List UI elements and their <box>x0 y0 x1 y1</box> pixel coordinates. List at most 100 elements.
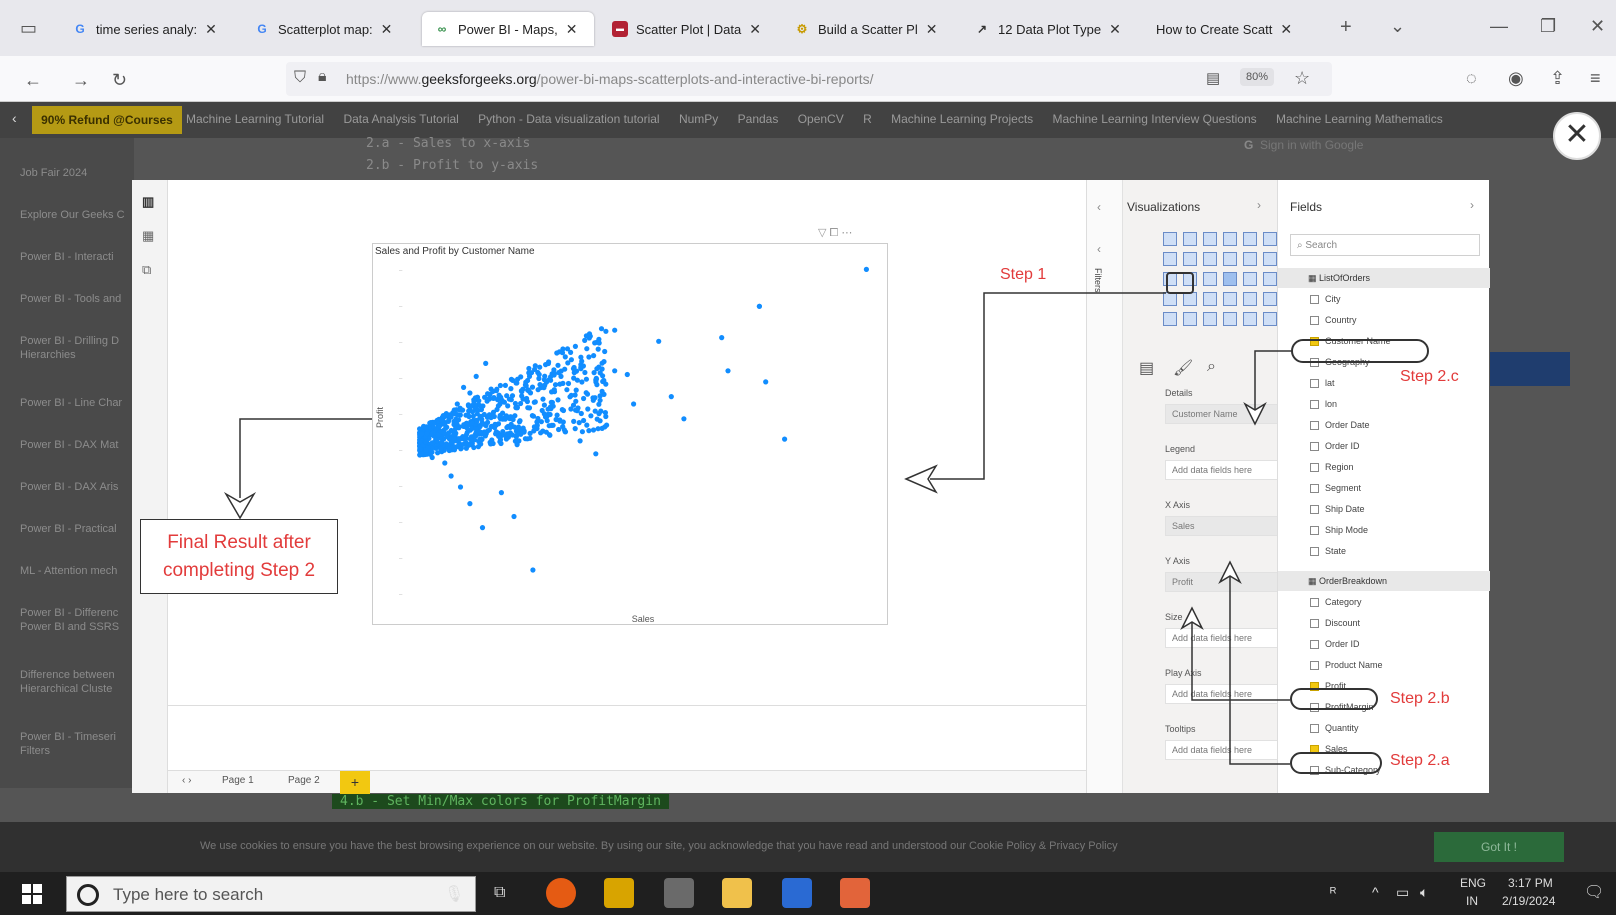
visual-type-icon[interactable] <box>1243 232 1257 246</box>
field-checkbox[interactable] <box>1310 442 1319 452</box>
scatter-point[interactable] <box>438 446 444 452</box>
scatter-point[interactable] <box>505 403 511 409</box>
scatter-point[interactable] <box>586 428 592 434</box>
browser-tab[interactable]: ▬ Scatter Plot | Data ✕ <box>612 12 774 46</box>
sidebar-item[interactable]: Power BI - Tools and <box>20 292 130 306</box>
scatter-point[interactable] <box>522 382 528 388</box>
scatter-point[interactable] <box>591 353 597 359</box>
scatter-point[interactable] <box>572 343 578 349</box>
chevron-right-icon[interactable]: › <box>1257 198 1261 212</box>
sidebar-item[interactable]: Power BI - DAX Aris <box>20 480 130 494</box>
visual-type-icon[interactable] <box>1163 232 1177 246</box>
scatter-point[interactable] <box>548 374 554 380</box>
scatter-point[interactable] <box>423 424 429 430</box>
scatter-point[interactable] <box>573 407 579 413</box>
scatter-point[interactable] <box>581 417 587 424</box>
scatter-point[interactable] <box>586 331 593 337</box>
visual-type-icon[interactable] <box>1163 252 1177 266</box>
scatter-point[interactable] <box>571 418 577 424</box>
nav-link[interactable]: Machine Learning Projects <box>891 112 1033 126</box>
visual-type-icon[interactable] <box>1183 292 1197 306</box>
scatter-point[interactable] <box>756 303 762 309</box>
field-checkbox[interactable] <box>1310 526 1319 536</box>
visual-type-icon[interactable] <box>1263 232 1277 246</box>
scatter-point[interactable] <box>593 451 599 457</box>
nav-link[interactable]: NumPy <box>679 112 718 126</box>
scatter-point[interactable] <box>510 416 516 423</box>
field-checkbox[interactable] <box>1310 421 1319 431</box>
scatter-point[interactable] <box>518 388 524 394</box>
scatter-point[interactable] <box>555 397 561 403</box>
scatter-point[interactable] <box>453 407 459 413</box>
scatter-point[interactable] <box>556 426 562 433</box>
scatter-point[interactable] <box>441 430 447 436</box>
field-checkbox[interactable] <box>1310 724 1319 734</box>
sidebar-item[interactable]: Explore Our Geeks C <box>20 208 130 222</box>
field-checkbox[interactable] <box>1310 640 1319 650</box>
scatter-point[interactable] <box>419 431 425 437</box>
field-checkbox[interactable] <box>1310 619 1319 629</box>
format-paint-roller-icon[interactable]: 🖌︎ <box>1173 358 1193 378</box>
field-item[interactable]: Quantity <box>1310 723 1359 734</box>
browser-tab[interactable]: ⚙ Build a Scatter Pl ✕ <box>794 12 952 46</box>
scatter-point[interactable] <box>582 369 588 376</box>
scatter-point[interactable] <box>582 337 588 343</box>
close-tab-icon[interactable]: ✕ <box>1109 21 1121 38</box>
scatter-point[interactable] <box>473 373 479 379</box>
field-checkbox[interactable] <box>1310 598 1319 608</box>
scatter-point[interactable] <box>584 346 590 352</box>
scatter-point[interactable] <box>583 376 589 382</box>
nav-link[interactable]: Machine Learning Mathematics <box>1276 112 1443 126</box>
scatter-point[interactable] <box>454 401 460 407</box>
visual-type-icon[interactable] <box>1203 292 1217 306</box>
table-header[interactable]: ▦ OrderBreakdown <box>1278 571 1490 591</box>
nav-link[interactable]: R <box>863 112 872 126</box>
page-nav-icon[interactable]: ‹ › <box>182 775 191 786</box>
field-item[interactable]: Ship Mode <box>1310 525 1368 536</box>
reload-icon[interactable]: ↻ <box>112 70 127 91</box>
model-view-icon[interactable]: ⧉ <box>142 262 158 277</box>
scatter-point[interactable] <box>464 425 470 431</box>
sidebar-item[interactable]: Power BI - Timeseri Filters <box>20 730 130 758</box>
visual-type-icon[interactable] <box>1263 312 1277 326</box>
scatter-point[interactable] <box>540 383 546 389</box>
scatter-point[interactable] <box>451 431 457 437</box>
scatter-point[interactable] <box>424 431 430 437</box>
scatter-point[interactable] <box>596 411 602 417</box>
scatter-point[interactable] <box>571 375 577 381</box>
sidebar-item[interactable]: Difference between Hierarchical Cluste <box>20 668 130 696</box>
scatter-point[interactable] <box>591 370 597 376</box>
field-checkbox[interactable] <box>1310 316 1319 326</box>
scatter-point[interactable] <box>624 371 630 378</box>
visual-type-icon[interactable] <box>1183 232 1197 246</box>
scatter-point[interactable] <box>483 423 489 429</box>
browser-tab[interactable]: How to Create Scatt ✕ <box>1156 12 1316 46</box>
nav-link[interactable]: Pandas <box>738 112 779 126</box>
scatter-point[interactable] <box>476 429 482 435</box>
scatter-point[interactable] <box>448 439 454 445</box>
close-tab-icon[interactable]: ✕ <box>566 21 578 38</box>
scatter-point[interactable] <box>526 405 533 411</box>
scatter-point[interactable] <box>484 398 490 404</box>
scatter-point[interactable] <box>527 435 533 441</box>
scatter-point[interactable] <box>560 407 567 414</box>
scatter-point[interactable] <box>562 354 568 360</box>
scatter-point[interactable] <box>551 389 558 395</box>
page-tab-active[interactable]: Page 2 <box>288 775 320 786</box>
field-checkbox[interactable] <box>1310 400 1319 410</box>
scatter-point[interactable] <box>585 406 591 412</box>
scatter-point[interactable] <box>565 360 571 366</box>
taskbar-app-icon[interactable] <box>664 878 694 908</box>
scatter-point[interactable] <box>596 340 602 346</box>
field-item[interactable]: Ship Date <box>1310 504 1365 515</box>
filters-pane-collapsed[interactable]: ‹ ‹ Filters <box>1087 180 1123 793</box>
scatter-point[interactable] <box>497 439 503 445</box>
browser-tab-active[interactable]: ∞ Power BI - Maps, ✕ <box>422 12 594 46</box>
scatter-point[interactable] <box>532 399 538 405</box>
scatter-point[interactable] <box>488 441 494 447</box>
scatter-point[interactable] <box>572 426 578 432</box>
scatter-point[interactable] <box>514 404 520 410</box>
visual-type-icon[interactable] <box>1263 272 1277 286</box>
lock-icon[interactable]: 🔒︎ <box>318 68 327 86</box>
scatter-point[interactable] <box>668 394 674 400</box>
